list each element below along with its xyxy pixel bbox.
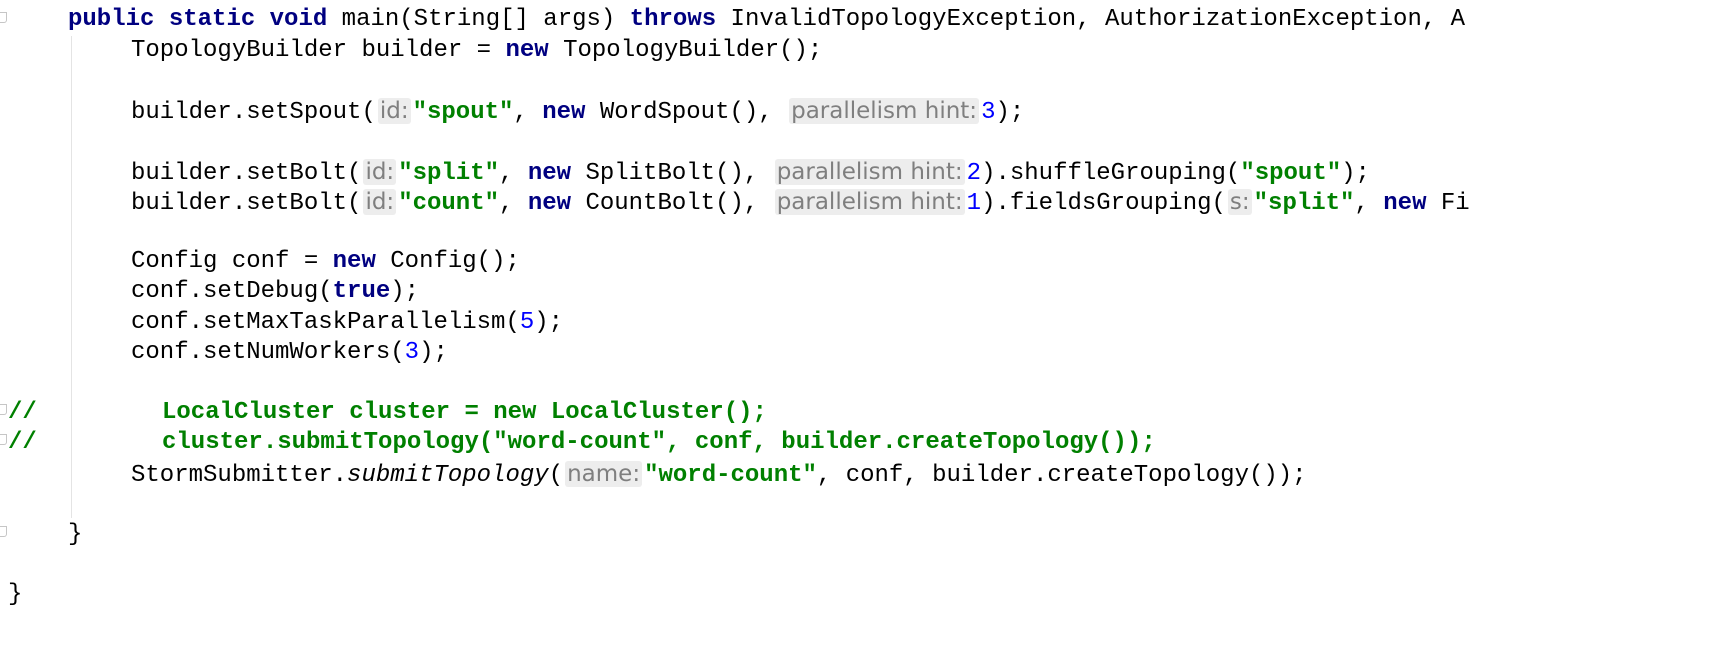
static-method-call: submitTopology: [347, 462, 549, 489]
code-editor[interactable]: public static void main(String[] args) t…: [0, 0, 1710, 663]
code-text: , conf, builder.createTopology());: [816, 462, 1307, 489]
code-line-set-bolt-count[interactable]: builder.setBolt(id: "count", new CountBol…: [131, 187, 1470, 217]
code-text: ).fieldsGrouping(: [981, 190, 1226, 217]
keyword-public: public: [68, 6, 155, 33]
code-text: );: [419, 339, 448, 366]
fold-marker-icon[interactable]: [0, 12, 7, 23]
fold-marker-icon[interactable]: [0, 526, 7, 537]
editor-gutter: [0, 0, 12, 663]
closing-brace: }: [68, 521, 83, 548]
parameter-hint-name: name:: [565, 461, 643, 487]
parameter-hint-id: id:: [377, 98, 411, 124]
code-line-set-bolt-split[interactable]: builder.setBolt(id: "split", new SplitBol…: [131, 157, 1370, 187]
fold-marker-icon[interactable]: [0, 404, 7, 415]
code-text: );: [995, 99, 1025, 126]
code-text: SplitBolt(),: [571, 160, 773, 187]
code-text: builder.setBolt(: [131, 160, 362, 187]
code-text: (: [548, 462, 564, 489]
keyword-void: void: [269, 6, 328, 33]
string-literal: "count": [398, 190, 500, 217]
number-literal: 3: [404, 339, 420, 366]
closing-brace: }: [8, 581, 23, 608]
code-text: conf.setDebug(: [131, 278, 333, 305]
code-text: WordSpout(),: [585, 99, 788, 126]
fold-marker-icon[interactable]: [0, 434, 7, 445]
code-line-set-num-workers[interactable]: conf.setNumWorkers(3);: [131, 338, 448, 368]
code-text: StormSubmitter.: [131, 462, 348, 489]
number-literal: 5: [519, 309, 535, 336]
code-text: ,: [499, 190, 528, 217]
keyword-static: static: [168, 6, 256, 33]
string-literal: "split": [1253, 190, 1355, 217]
code-line-comment-submit-topology[interactable]: //: [8, 428, 37, 458]
string-literal: "split": [398, 160, 500, 187]
code-text: );: [1341, 160, 1370, 187]
code-text: conf.setMaxTaskParallelism(: [131, 309, 520, 336]
code-text: builder.setSpout(: [131, 99, 376, 126]
code-text: TopologyBuilder builder =: [131, 37, 506, 64]
parameter-hint-parallelism: parallelism hint:: [774, 159, 965, 185]
number-literal: 3: [981, 99, 996, 126]
keyword-new: new: [542, 99, 586, 126]
comment-prefix: //: [8, 399, 37, 426]
comment-text-local-cluster: LocalCluster cluster = new LocalCluster(…: [162, 398, 767, 428]
code-line-method-close[interactable]: }: [68, 520, 82, 550]
code-line-storm-submitter[interactable]: StormSubmitter.submitTopology(name: "word…: [131, 459, 1307, 489]
code-text: );: [390, 278, 420, 305]
code-text: Config conf =: [131, 248, 333, 275]
comment-text-submit-topology: cluster.submitTopology("word-count", con…: [162, 428, 1156, 458]
keyword-new: new: [332, 248, 376, 275]
code-line-main-signature[interactable]: public static void main(String[] args) t…: [68, 5, 1465, 35]
number-literal: 2: [966, 160, 982, 187]
comment-text: LocalCluster cluster = new LocalCluster(…: [162, 399, 767, 426]
code-line-config-declaration[interactable]: Config conf = new Config();: [131, 247, 520, 277]
code-line-comment-local-cluster[interactable]: //: [8, 398, 37, 428]
comment-text: cluster.submitTopology("word-count", con…: [162, 429, 1156, 456]
string-literal: "word-count": [644, 462, 817, 489]
code-line-set-max-task-parallelism[interactable]: conf.setMaxTaskParallelism(5);: [131, 308, 563, 338]
string-literal: "spout": [1240, 160, 1342, 187]
code-text: Fi: [1426, 190, 1470, 217]
number-literal: 1: [966, 190, 982, 217]
code-line-set-spout[interactable]: builder.setSpout(id: "spout", new WordSpo…: [131, 96, 1024, 126]
string-literal: "spout": [412, 99, 514, 126]
keyword-new: new: [505, 37, 549, 64]
code-line-class-close[interactable]: }: [8, 580, 22, 610]
method-signature: main(String[] args): [327, 6, 630, 33]
code-text: ,: [1354, 190, 1384, 217]
keyword-true: true: [332, 278, 391, 305]
code-text: ).shuffleGrouping(: [981, 160, 1241, 187]
code-text: builder.setBolt(: [131, 190, 362, 217]
parameter-hint-id: id:: [363, 189, 397, 215]
code-text: conf.setNumWorkers(: [131, 339, 405, 366]
comment-prefix: //: [8, 429, 37, 456]
exception-list: InvalidTopologyException, AuthorizationE…: [716, 6, 1466, 33]
parameter-hint-parallelism: parallelism hint:: [789, 98, 980, 124]
keyword-throws: throws: [629, 6, 717, 33]
parameter-hint-parallelism: parallelism hint:: [774, 189, 965, 215]
code-text: );: [534, 309, 564, 336]
keyword-new: new: [1383, 190, 1427, 217]
keyword-new: new: [527, 160, 572, 187]
parameter-hint-s: s:: [1227, 189, 1252, 215]
code-text: CountBolt(),: [571, 190, 773, 217]
code-text: ,: [499, 160, 528, 187]
code-text: TopologyBuilder();: [548, 37, 823, 64]
keyword-new: new: [527, 190, 572, 217]
code-line-set-debug[interactable]: conf.setDebug(true);: [131, 277, 419, 307]
parameter-hint-id: id:: [363, 159, 397, 185]
code-line-builder-declaration[interactable]: TopologyBuilder builder = new TopologyBu…: [131, 36, 822, 66]
code-text: Config();: [375, 248, 520, 275]
code-text: ,: [513, 99, 543, 126]
indent-guide: [71, 36, 72, 518]
